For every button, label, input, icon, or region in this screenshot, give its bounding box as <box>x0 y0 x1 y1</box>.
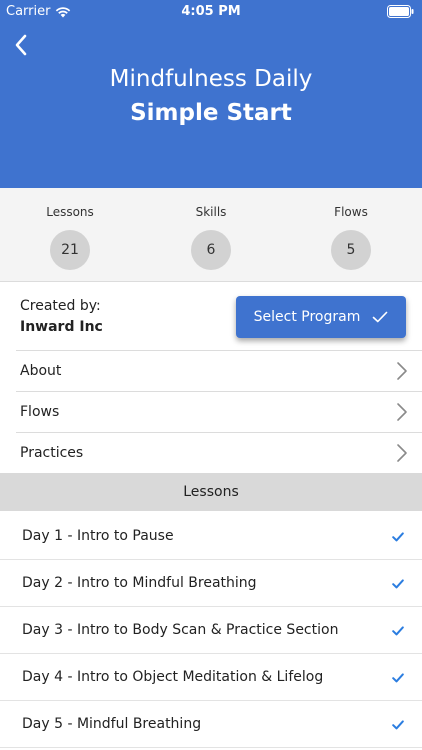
checkmark-icon <box>392 720 404 730</box>
nav-row-practices[interactable]: Practices <box>16 432 422 473</box>
chevron-right-icon <box>397 403 407 421</box>
creator-section: Created by: Inward Inc Select Program <box>0 282 422 350</box>
lesson-row[interactable]: Day 2 - Intro to Mindful Breathing <box>0 560 422 607</box>
lesson-row[interactable]: Day 5 - Mindful Breathing <box>0 701 422 748</box>
lesson-row[interactable]: Day 1 - Intro to Pause <box>0 513 422 560</box>
nav-row-label: Flows <box>20 404 60 420</box>
stat-label: Flows <box>334 205 368 219</box>
nav-row-label: About <box>20 363 62 379</box>
program-detail-screen: Carrier 4:05 PM Mindfulness Daily Simple… <box>0 0 422 750</box>
program-stats: Lessons 21 Skills 6 Flows 5 <box>0 188 422 282</box>
checkmark-icon <box>392 579 404 589</box>
select-program-label: Select Program <box>253 309 361 325</box>
status-time: 4:05 PM <box>181 4 241 19</box>
status-bar: Carrier 4:05 PM <box>0 0 422 24</box>
lesson-title: Day 2 - Intro to Mindful Breathing <box>22 575 257 591</box>
chevron-right-icon <box>397 444 407 462</box>
lesson-title: Day 4 - Intro to Object Meditation & Lif… <box>22 669 324 685</box>
stat-count-badge: 5 <box>331 230 371 270</box>
program-title: Mindfulness Daily <box>109 66 313 92</box>
stat-label: Skills <box>195 205 227 219</box>
program-subtitle: Simple Start <box>130 100 292 126</box>
checkmark-icon <box>392 673 404 683</box>
checkmark-icon <box>373 311 388 323</box>
stat-label: Lessons <box>46 205 94 219</box>
creator-name: Inward Inc <box>20 319 103 335</box>
stat-skills: Skills 6 <box>161 205 261 270</box>
stat-count-badge: 6 <box>191 230 231 270</box>
program-header: Carrier 4:05 PM Mindfulness Daily Simple… <box>0 0 422 188</box>
stat-lessons: Lessons 21 <box>20 205 120 270</box>
select-program-button[interactable]: Select Program <box>236 296 406 338</box>
stat-flows: Flows 5 <box>301 205 401 270</box>
lesson-title: Day 5 - Mindful Breathing <box>22 716 202 732</box>
stat-count-badge: 21 <box>50 230 90 270</box>
nav-row-flows[interactable]: Flows <box>16 391 422 432</box>
chevron-left-icon <box>15 34 27 56</box>
lessons-section-header: Lessons <box>0 473 422 511</box>
lesson-row[interactable]: Day 4 - Intro to Object Meditation & Lif… <box>0 654 422 701</box>
creator-label: Created by: <box>20 298 101 314</box>
battery-icon <box>387 5 414 22</box>
chevron-right-icon <box>397 362 407 380</box>
checkmark-icon <box>392 532 404 542</box>
nav-row-about[interactable]: About <box>16 350 422 391</box>
lesson-title: Day 3 - Intro to Body Scan & Practice Se… <box>22 622 339 638</box>
lesson-title: Day 1 - Intro to Pause <box>22 528 174 544</box>
lesson-row[interactable]: Day 3 - Intro to Body Scan & Practice Se… <box>0 607 422 654</box>
nav-row-label: Practices <box>20 445 84 461</box>
back-button[interactable] <box>6 30 36 60</box>
checkmark-icon <box>392 626 404 636</box>
